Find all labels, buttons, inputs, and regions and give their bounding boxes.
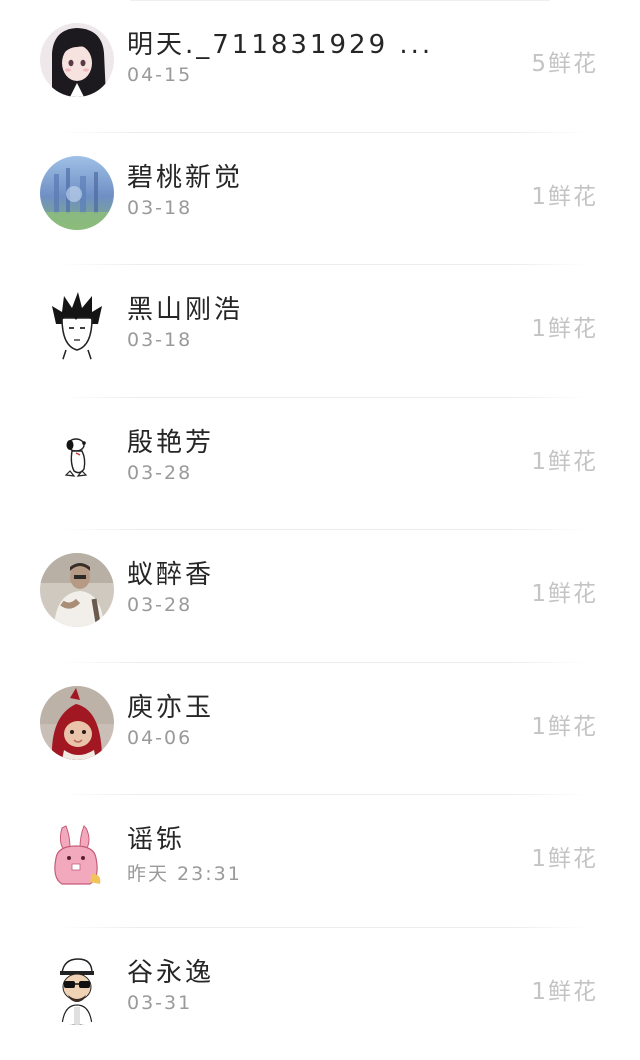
sender-name: 殷艳芳	[127, 422, 214, 459]
list-item[interactable]: 殷艳芳 03-28 1鲜花	[0, 398, 640, 531]
flower-sender-list: 明天._711831929 ... 04-15 5鲜花	[0, 0, 640, 1060]
send-date: 03-28	[127, 462, 192, 484]
sender-name: 蚁醉香	[127, 554, 214, 591]
list-item[interactable]: 明天._711831929 ... 04-15 5鲜花	[0, 0, 640, 133]
flower-count: 1鲜花	[531, 177, 598, 211]
list-item[interactable]: 庾亦玉 04-06 1鲜花	[0, 663, 640, 796]
sender-name: 庾亦玉	[127, 687, 214, 724]
list-item[interactable]: 谣铄 昨天 23:31 1鲜花	[0, 795, 640, 928]
sketch-boy-avatar-icon[interactable]	[40, 288, 114, 362]
flower-count: 1鲜花	[531, 707, 598, 741]
list-item[interactable]: 蚁醉香 03-28 1鲜花	[0, 530, 640, 663]
sender-name: 碧桃新觉	[127, 157, 243, 194]
snoopy-avatar-icon[interactable]	[40, 421, 114, 495]
flower-count: 1鲜花	[531, 574, 598, 608]
pink-rabbit-avatar-icon[interactable]	[40, 818, 114, 892]
red-hood-baby-avatar-icon[interactable]	[40, 686, 114, 760]
sender-name: 谣铄	[127, 819, 185, 856]
flower-count: 5鲜花	[531, 44, 598, 78]
list-item[interactable]: 黑山刚浩 03-18 1鲜花	[0, 265, 640, 398]
flower-count: 1鲜花	[531, 839, 598, 873]
cartoon-man-avatar-icon[interactable]	[40, 951, 114, 1025]
flower-count: 1鲜花	[531, 442, 598, 476]
photo-man-avatar-icon[interactable]	[40, 553, 114, 627]
send-date: 03-18	[127, 329, 192, 351]
sender-name: 黑山刚浩	[127, 289, 243, 326]
send-date: 04-15	[127, 64, 192, 86]
send-date: 03-31	[127, 992, 192, 1014]
send-date: 03-28	[127, 594, 192, 616]
sender-name: 谷永逸	[127, 952, 214, 989]
list-item[interactable]: 谷永逸 03-31 1鲜花	[0, 928, 640, 1060]
sender-name: 明天._711831929 ...	[127, 24, 433, 61]
flower-count: 1鲜花	[531, 309, 598, 343]
list-item[interactable]: 碧桃新觉 03-18 1鲜花	[0, 133, 640, 266]
send-date: 03-18	[127, 197, 192, 219]
blue-landscape-avatar-icon[interactable]	[40, 156, 114, 230]
send-date: 04-06	[127, 727, 192, 749]
send-date: 昨天 23:31	[127, 859, 242, 886]
anime-girl-avatar-icon[interactable]	[40, 23, 114, 97]
flower-count: 1鲜花	[531, 972, 598, 1006]
